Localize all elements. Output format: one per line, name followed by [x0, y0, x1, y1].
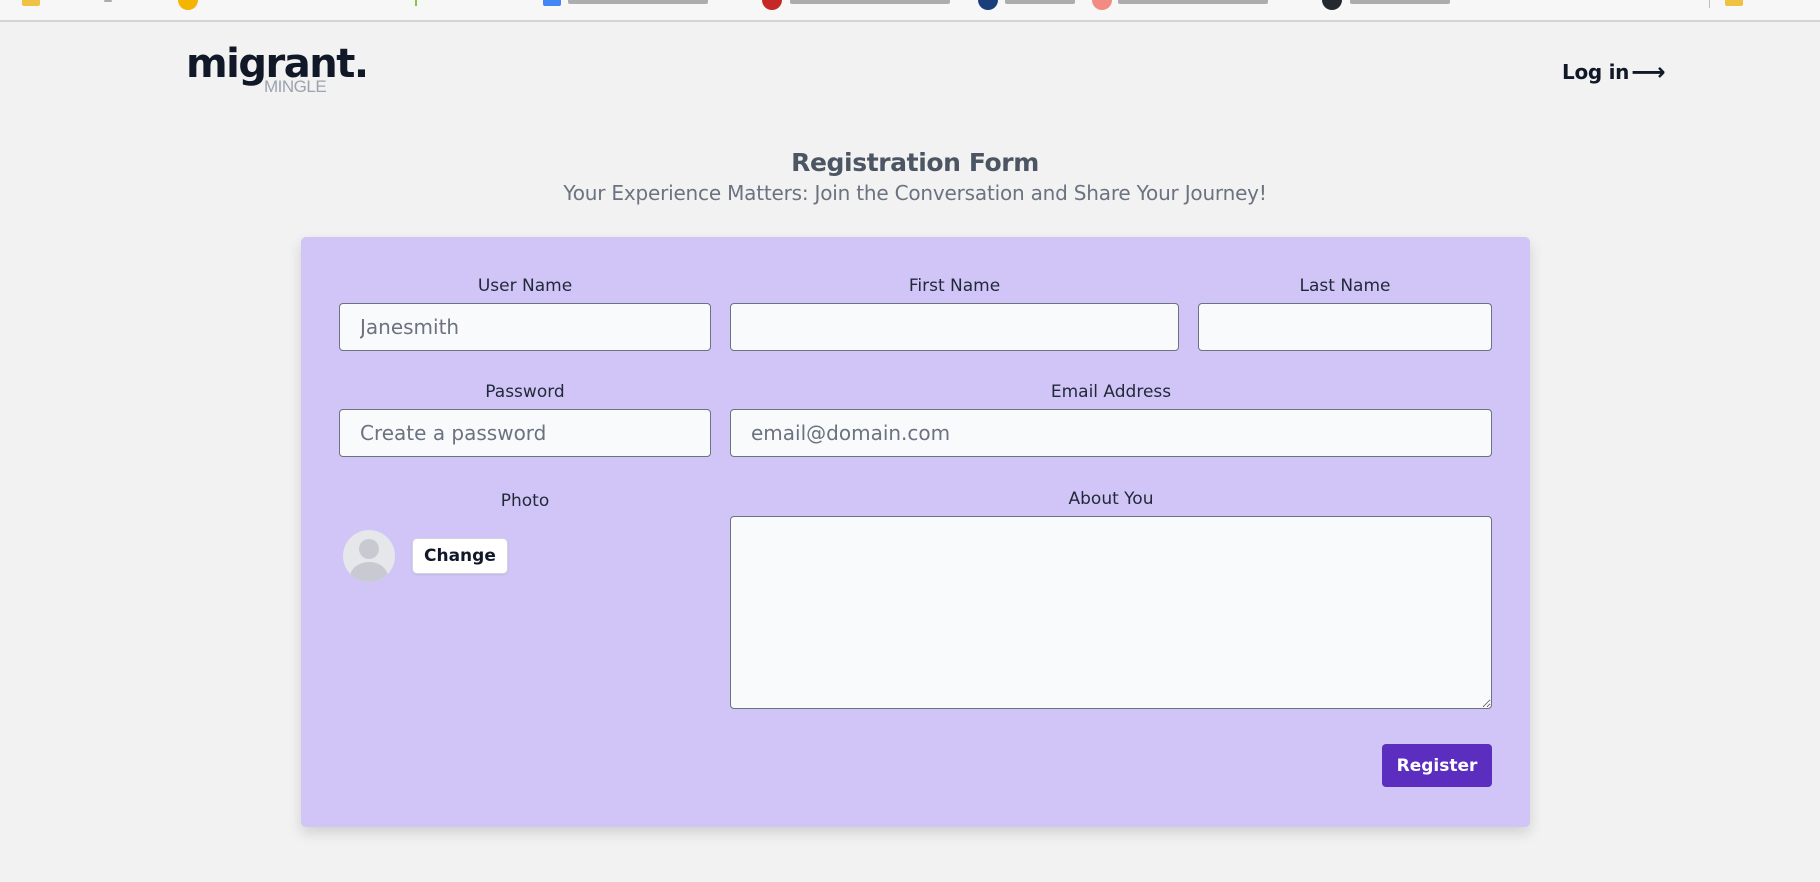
last-name-field-group: Last Name — [1198, 276, 1492, 351]
bookmark-divider-icon — [1709, 0, 1710, 8]
first-name-label: First Name — [908, 276, 1001, 296]
bookmark-favicon-icon[interactable] — [978, 0, 998, 10]
last-name-label: Last Name — [1299, 276, 1391, 296]
photo-picker: Change — [343, 530, 508, 582]
first-name-field-group: First Name — [730, 276, 1179, 351]
about-label: About You — [1068, 489, 1154, 509]
page-subtitle: Your Experience Matters: Join the Conver… — [563, 181, 1267, 205]
bookmark-favicon-icon[interactable] — [543, 0, 561, 6]
email-field-group: Email Address — [730, 382, 1492, 457]
bookmark-favicon-icon[interactable] — [1092, 0, 1112, 10]
email-label: Email Address — [1050, 382, 1172, 402]
password-label: Password — [485, 382, 565, 402]
password-field-group: Password — [339, 382, 711, 457]
last-name-input[interactable] — [1198, 303, 1492, 351]
bookmark-label[interactable] — [1350, 0, 1450, 4]
about-textarea[interactable] — [730, 516, 1492, 709]
arrow-right-icon: ⟶ — [1631, 58, 1666, 86]
email-input[interactable] — [730, 409, 1492, 457]
about-field-group: About You — [730, 489, 1492, 709]
username-field-group: User Name — [339, 276, 711, 351]
change-photo-button[interactable]: Change — [412, 538, 508, 574]
avatar-body — [350, 562, 388, 582]
login-link[interactable]: Log in⟶ — [1562, 58, 1665, 86]
bookmark-favicon-icon[interactable] — [762, 0, 782, 10]
user-avatar-placeholder-icon — [343, 530, 395, 582]
bookmark-label[interactable] — [568, 0, 708, 4]
username-label: User Name — [477, 276, 573, 296]
avatar-head — [359, 539, 379, 559]
bookmark-label[interactable] — [1005, 0, 1075, 4]
register-button[interactable]: Register — [1382, 744, 1492, 787]
login-label: Log in — [1562, 60, 1630, 84]
browser-bookmarks-bar — [0, 0, 1820, 22]
site-logo[interactable]: migrant. MINGLE — [186, 44, 369, 95]
bookmark-divider-icon — [415, 0, 417, 6]
photo-field-group: Photo — [339, 491, 711, 518]
photo-label: Photo — [500, 491, 550, 511]
bookmark-label[interactable] — [790, 0, 950, 4]
github-icon[interactable] — [1322, 0, 1342, 10]
page-title: Registration Form — [791, 148, 1039, 177]
bookmark-folder-icon[interactable] — [1725, 0, 1743, 6]
bookmark-folder-icon[interactable] — [22, 0, 40, 6]
password-input[interactable] — [339, 409, 711, 457]
bookmark-label[interactable] — [1118, 0, 1268, 4]
username-input[interactable] — [339, 303, 711, 351]
first-name-input[interactable] — [730, 303, 1179, 351]
bookmark-favicon-icon[interactable] — [178, 0, 198, 10]
bookmark-label[interactable] — [104, 0, 112, 2]
logo-subtitle: MINGLE — [264, 77, 327, 96]
